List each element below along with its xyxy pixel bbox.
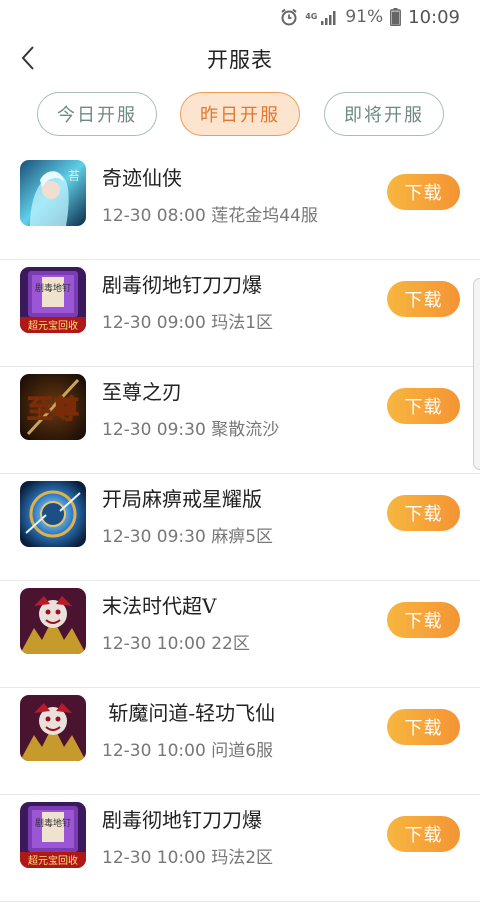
download-button[interactable]: 下载 [387,602,460,638]
svg-text:超元宝回收: 超元宝回收 [28,854,78,867]
app-name: 剧毒彻地钉刀刀爆 [102,273,262,297]
app-name: 奇迹仙侠 [102,166,182,190]
svg-text:超元宝回收: 超元宝回收 [28,319,78,332]
battery-percent: 91% [345,7,384,27]
tab-upcoming[interactable]: 即将开服 [324,92,444,136]
app-name: 至尊之刃 [102,380,182,404]
server-info: 12-30 09:30 聚散流沙 [102,420,280,440]
download-button[interactable]: 下载 [387,388,460,424]
signal-icon [320,9,338,25]
app-icon: 至尊 [20,374,86,440]
download-button[interactable]: 下载 [387,495,460,531]
alarm-icon [280,8,298,26]
server-info: 12-30 10:00 问道6服 [102,741,274,761]
list-item[interactable]: 斩魔问道-轻功飞仙 12-30 10:00 问道6服 下载 [0,688,480,795]
app-icon [20,695,86,761]
status-bar: 4G 91% 10:09 [0,0,480,34]
app-name: 末法时代超V [102,594,217,618]
server-list: 苔 奇迹仙侠 12-30 08:00 莲花金坞44服 下载 剧毒地钉 超元宝回收… [0,153,480,902]
svg-text:至尊: 至尊 [27,394,79,425]
server-info: 12-30 10:00 玛法2区 [102,848,274,868]
app-icon: 剧毒地钉 超元宝回收 [20,267,86,333]
app-name: 开局麻痹戒星耀版 [102,487,262,511]
app-icon [20,588,86,654]
list-item[interactable]: 末法时代超V 12-30 10:00 22区 下载 [0,581,480,688]
app-icon: 剧毒地钉 超元宝回收 [20,802,86,868]
download-button[interactable]: 下载 [387,709,460,745]
app-name: 斩魔问道-轻功飞仙 [102,701,276,725]
list-item[interactable]: 剧毒地钉 超元宝回收 剧毒彻地钉刀刀爆 12-30 10:00 玛法2区 下载 [0,795,480,902]
list-item[interactable]: 至尊 至尊之刃 12-30 09:30 聚散流沙 下载 [0,367,480,474]
header: 开服表 [0,34,480,86]
server-info: 12-30 09:00 玛法1区 [102,313,274,333]
battery-icon [390,8,402,26]
server-info: 12-30 09:30 麻痹5区 [102,527,274,547]
server-info: 12-30 08:00 莲花金坞44服 [102,206,318,226]
tab-yesterday[interactable]: 昨日开服 [180,92,300,136]
app-icon [20,481,86,547]
list-item[interactable]: 剧毒地钉 超元宝回收 剧毒彻地钉刀刀爆 12-30 09:00 玛法1区 下载 [0,260,480,367]
tab-bar: 今日开服 昨日开服 即将开服 [0,92,480,138]
clock: 10:09 [408,6,460,28]
side-drawer-handle[interactable] [473,278,480,470]
server-info: 12-30 10:00 22区 [102,634,250,654]
list-item[interactable]: 开局麻痹戒星耀版 12-30 09:30 麻痹5区 下载 [0,474,480,581]
svg-text:苔: 苔 [68,169,80,183]
svg-text:剧毒地钉: 剧毒地钉 [35,282,71,294]
app-icon: 苔 [20,160,86,226]
download-button[interactable]: 下载 [387,816,460,852]
list-item[interactable]: 苔 奇迹仙侠 12-30 08:00 莲花金坞44服 下载 [0,153,480,260]
page-title: 开服表 [207,48,273,72]
network-label: 4G [305,12,318,21]
svg-text:剧毒地钉: 剧毒地钉 [35,817,71,829]
download-button[interactable]: 下载 [387,281,460,317]
app-name: 剧毒彻地钉刀刀爆 [102,808,262,832]
tab-today[interactable]: 今日开服 [37,92,157,136]
download-button[interactable]: 下载 [387,174,460,210]
